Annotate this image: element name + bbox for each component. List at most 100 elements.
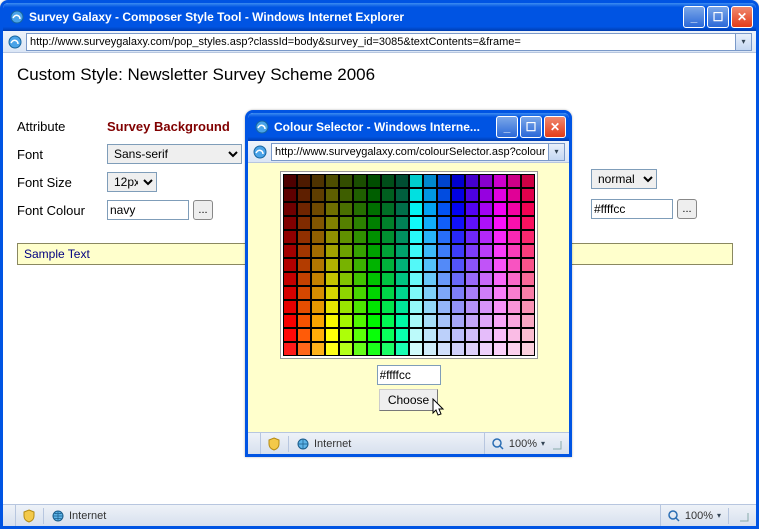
colour-cell[interactable] bbox=[423, 258, 437, 272]
colour-cell[interactable] bbox=[521, 244, 535, 258]
colour-cell[interactable] bbox=[507, 188, 521, 202]
colour-cell[interactable] bbox=[451, 300, 465, 314]
colour-cell[interactable] bbox=[493, 258, 507, 272]
colour-cell[interactable] bbox=[381, 188, 395, 202]
colour-cell[interactable] bbox=[381, 230, 395, 244]
colour-cell[interactable] bbox=[507, 272, 521, 286]
colour-cell[interactable] bbox=[395, 174, 409, 188]
colour-cell[interactable] bbox=[409, 216, 423, 230]
colour-cell[interactable] bbox=[367, 174, 381, 188]
colour-cell[interactable] bbox=[451, 216, 465, 230]
colour-cell[interactable] bbox=[311, 328, 325, 342]
colour-cell[interactable] bbox=[283, 216, 297, 230]
colour-cell[interactable] bbox=[493, 174, 507, 188]
colour-cell[interactable] bbox=[283, 258, 297, 272]
colour-cell[interactable] bbox=[437, 244, 451, 258]
colour-cell[interactable] bbox=[465, 328, 479, 342]
colour-cell[interactable] bbox=[423, 314, 437, 328]
colour-cell[interactable] bbox=[297, 314, 311, 328]
colour-cell[interactable] bbox=[367, 216, 381, 230]
colour-cell[interactable] bbox=[339, 286, 353, 300]
colour-cell[interactable] bbox=[381, 300, 395, 314]
colour-cell[interactable] bbox=[451, 272, 465, 286]
colour-cell[interactable] bbox=[521, 342, 535, 356]
colour-cell[interactable] bbox=[353, 314, 367, 328]
colour-cell[interactable] bbox=[437, 314, 451, 328]
colour-cell[interactable] bbox=[479, 216, 493, 230]
colour-cell[interactable] bbox=[395, 188, 409, 202]
colour-cell[interactable] bbox=[507, 314, 521, 328]
colour-cell[interactable] bbox=[521, 258, 535, 272]
colour-cell[interactable] bbox=[339, 188, 353, 202]
colour-cell[interactable] bbox=[521, 286, 535, 300]
colour-cell[interactable] bbox=[493, 300, 507, 314]
colour-cell[interactable] bbox=[423, 216, 437, 230]
colour-cell[interactable] bbox=[283, 342, 297, 356]
colour-cell[interactable] bbox=[493, 188, 507, 202]
colour-cell[interactable] bbox=[409, 272, 423, 286]
colour-cell[interactable] bbox=[437, 300, 451, 314]
colour-cell[interactable] bbox=[493, 286, 507, 300]
colour-cell[interactable] bbox=[353, 244, 367, 258]
colour-cell[interactable] bbox=[381, 286, 395, 300]
bgcolour-picker-button[interactable]: ... bbox=[677, 199, 697, 219]
colour-cell[interactable] bbox=[325, 272, 339, 286]
colour-cell[interactable] bbox=[395, 244, 409, 258]
colour-cell[interactable] bbox=[451, 328, 465, 342]
main-url-input[interactable] bbox=[26, 33, 736, 51]
colour-cell[interactable] bbox=[465, 174, 479, 188]
colour-cell[interactable] bbox=[409, 174, 423, 188]
colour-cell[interactable] bbox=[479, 188, 493, 202]
colour-cell[interactable] bbox=[437, 258, 451, 272]
colour-cell[interactable] bbox=[325, 216, 339, 230]
colour-cell[interactable] bbox=[353, 328, 367, 342]
colour-cell[interactable] bbox=[283, 272, 297, 286]
colour-cell[interactable] bbox=[507, 244, 521, 258]
colour-cell[interactable] bbox=[521, 328, 535, 342]
colour-cell[interactable] bbox=[381, 258, 395, 272]
colour-cell[interactable] bbox=[297, 174, 311, 188]
main-titlebar[interactable]: Survey Galaxy - Composer Style Tool - Wi… bbox=[3, 3, 756, 31]
colour-cell[interactable] bbox=[367, 188, 381, 202]
colour-cell[interactable] bbox=[283, 244, 297, 258]
colour-cell[interactable] bbox=[367, 230, 381, 244]
colour-cell[interactable] bbox=[339, 244, 353, 258]
zoom-icon[interactable] bbox=[667, 509, 681, 523]
colour-cell[interactable] bbox=[297, 286, 311, 300]
colour-cell[interactable] bbox=[339, 342, 353, 356]
colour-cell[interactable] bbox=[339, 328, 353, 342]
colour-cell[interactable] bbox=[507, 328, 521, 342]
colour-cell[interactable] bbox=[479, 272, 493, 286]
colour-cell[interactable] bbox=[451, 230, 465, 244]
colour-cell[interactable] bbox=[353, 272, 367, 286]
colour-cell[interactable] bbox=[395, 258, 409, 272]
colour-cell[interactable] bbox=[283, 188, 297, 202]
colour-cell[interactable] bbox=[297, 216, 311, 230]
colour-cell[interactable] bbox=[465, 244, 479, 258]
colour-cell[interactable] bbox=[479, 174, 493, 188]
colour-cell[interactable] bbox=[465, 188, 479, 202]
colour-cell[interactable] bbox=[451, 314, 465, 328]
colour-cell[interactable] bbox=[339, 174, 353, 188]
colour-cell[interactable] bbox=[325, 188, 339, 202]
colour-cell[interactable] bbox=[311, 216, 325, 230]
colour-cell[interactable] bbox=[283, 300, 297, 314]
colour-cell[interactable] bbox=[395, 328, 409, 342]
colour-cell[interactable] bbox=[507, 286, 521, 300]
colour-cell[interactable] bbox=[423, 230, 437, 244]
resize-grip-icon[interactable] bbox=[549, 437, 563, 451]
colour-cell[interactable] bbox=[367, 286, 381, 300]
popup-url-dropdown-icon[interactable]: ▾ bbox=[549, 143, 565, 161]
colour-cell[interactable] bbox=[493, 272, 507, 286]
colour-cell[interactable] bbox=[353, 300, 367, 314]
fontsize-select[interactable]: 12px bbox=[107, 172, 157, 192]
colour-cell[interactable] bbox=[437, 216, 451, 230]
colour-cell[interactable] bbox=[395, 216, 409, 230]
colour-cell[interactable] bbox=[339, 202, 353, 216]
colour-cell[interactable] bbox=[311, 244, 325, 258]
colour-cell[interactable] bbox=[465, 300, 479, 314]
colour-cell[interactable] bbox=[381, 314, 395, 328]
colour-cell[interactable] bbox=[437, 202, 451, 216]
colour-cell[interactable] bbox=[367, 342, 381, 356]
colour-cell[interactable] bbox=[493, 244, 507, 258]
